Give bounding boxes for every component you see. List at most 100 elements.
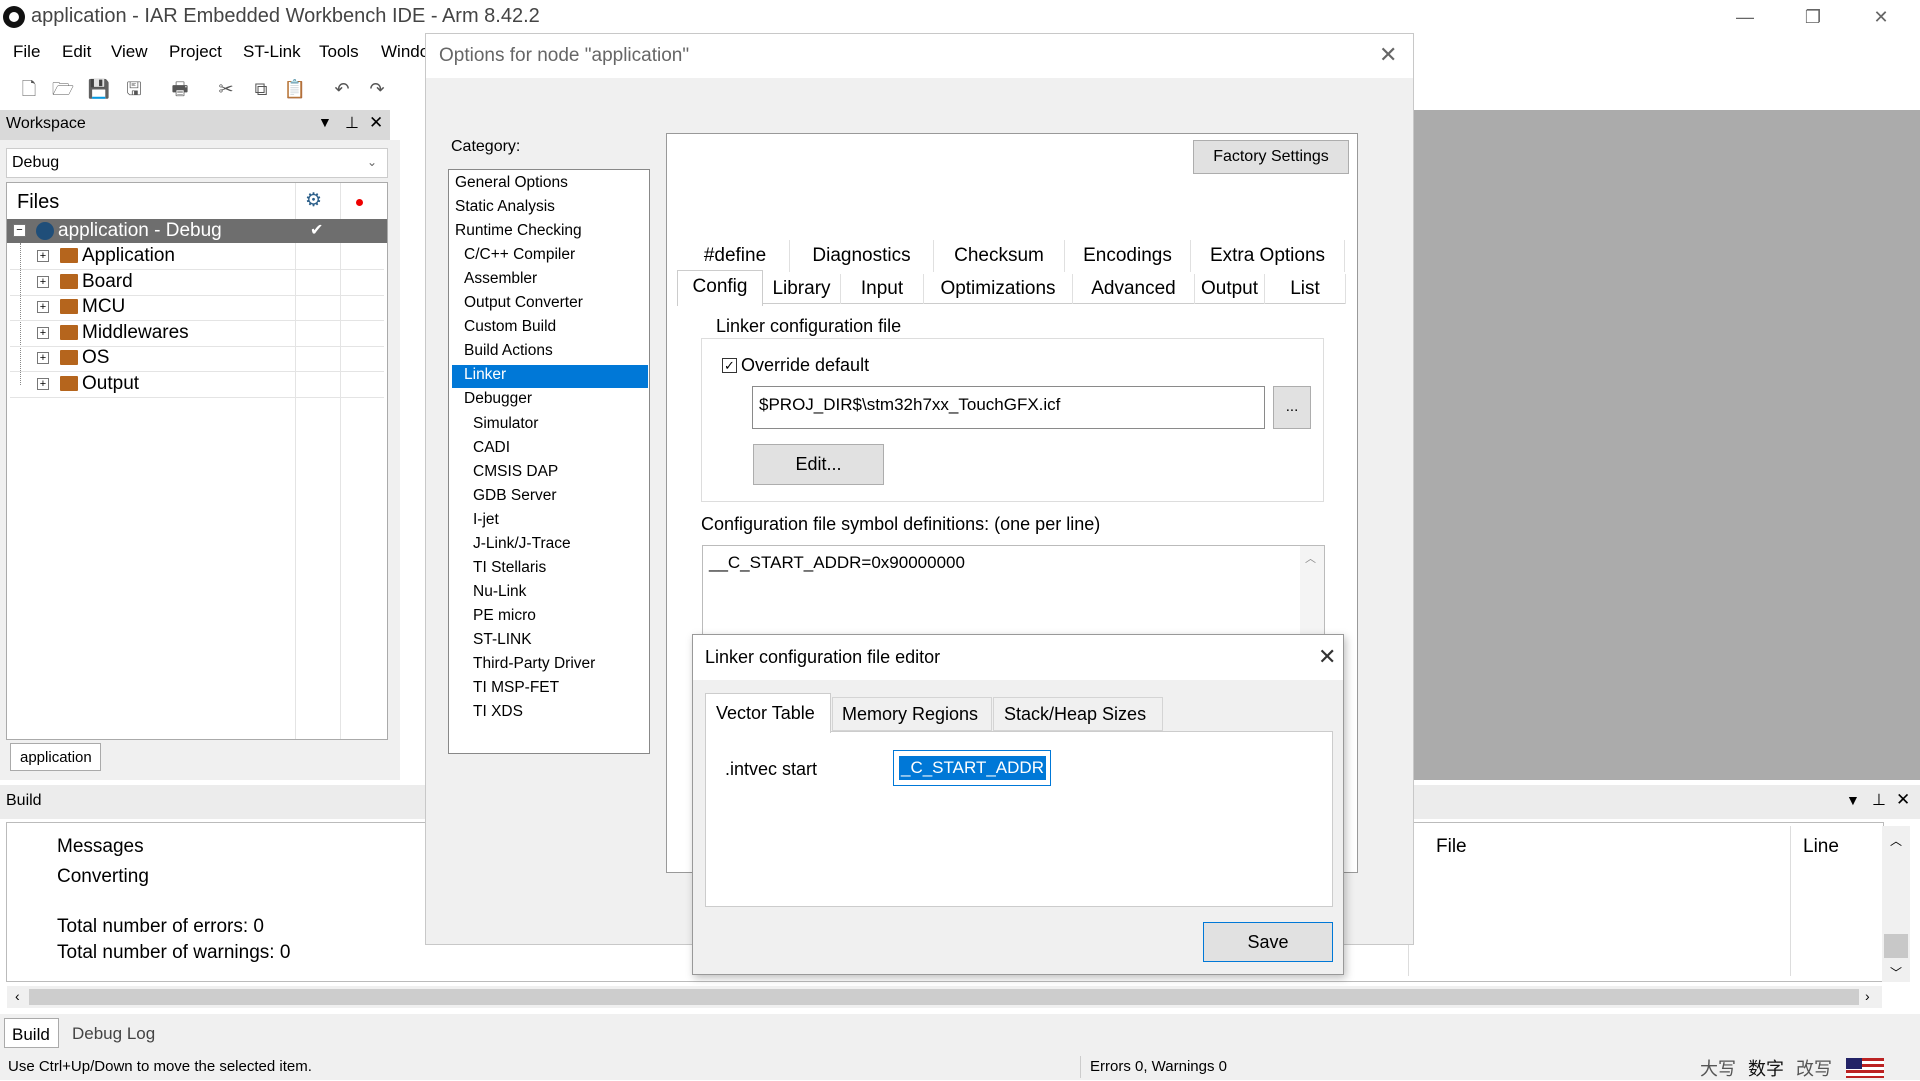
menu-view[interactable]: View (111, 42, 148, 62)
category-item[interactable]: Linker (464, 366, 506, 384)
options-tab-output[interactable]: Output (1195, 274, 1265, 304)
close-window-button[interactable]: ✕ (1846, 0, 1916, 34)
category-item[interactable]: GDB Server (473, 487, 557, 505)
dropdown-icon[interactable]: ▼ (318, 114, 332, 130)
close-pane-icon[interactable]: ✕ (1896, 790, 1910, 810)
tab-memory-regions[interactable]: Memory Regions (832, 697, 992, 731)
category-item[interactable]: Build Actions (464, 342, 553, 360)
build-horizontal-scrollbar[interactable]: ‹ › (7, 986, 1882, 1008)
expand-icon[interactable]: + (37, 275, 49, 288)
tree-folder-label[interactable]: Output (82, 373, 139, 395)
options-tab-advanced[interactable]: Advanced (1073, 274, 1195, 304)
category-item[interactable]: Third-Party Driver (473, 655, 595, 673)
restore-button[interactable]: ❐ (1778, 0, 1848, 34)
edit-button[interactable]: Edit... (753, 444, 884, 485)
collapse-icon[interactable]: − (13, 224, 26, 237)
scroll-up-icon[interactable]: ︿ (1890, 832, 1902, 849)
category-item[interactable]: I-jet (473, 511, 499, 529)
options-tab-library[interactable]: Library (763, 274, 841, 304)
category-item[interactable]: Static Analysis (455, 198, 555, 216)
category-item[interactable]: TI XDS (473, 703, 523, 721)
scroll-right-icon[interactable]: › (1865, 988, 1870, 1004)
options-tab-optimizations[interactable]: Optimizations (924, 274, 1073, 304)
print-icon[interactable]: 🖶 (167, 76, 193, 102)
paste-icon[interactable]: 📋 (282, 76, 308, 102)
category-item[interactable]: Nu-Link (473, 583, 526, 601)
undo-icon[interactable]: ↶ (329, 76, 355, 102)
tab-vector-table[interactable]: Vector Table (705, 693, 831, 733)
options-tab[interactable]: Diagnostics (790, 240, 934, 272)
menu-st-link[interactable]: ST-Link (243, 42, 301, 62)
options-tab[interactable]: Encodings (1065, 240, 1191, 272)
open-file-icon[interactable]: 🗁 (50, 76, 76, 102)
redo-icon[interactable]: ↷ (364, 76, 390, 102)
tree-folder-label[interactable]: MCU (82, 296, 125, 318)
save-icon[interactable]: 💾 (86, 76, 112, 102)
gear-icon[interactable]: ⚙ (305, 189, 322, 212)
category-item[interactable]: CMSIS DAP (473, 463, 558, 481)
menu-file[interactable]: File (13, 42, 40, 62)
dropdown-icon[interactable]: ▼ (1846, 792, 1860, 808)
scroll-left-icon[interactable]: ‹ (15, 988, 20, 1004)
expand-icon[interactable]: + (37, 378, 49, 390)
menu-edit[interactable]: Edit (62, 42, 91, 62)
options-tab-list[interactable]: List (1265, 274, 1346, 304)
textarea-scrollbar[interactable]: ︿ (1300, 546, 1324, 646)
category-item[interactable]: General Options (455, 174, 568, 192)
category-item[interactable]: TI Stellaris (473, 559, 546, 577)
category-item[interactable]: Runtime Checking (455, 222, 582, 240)
category-item[interactable]: CADI (473, 439, 510, 457)
tree-folder-label[interactable]: Application (82, 245, 175, 267)
options-tab-input[interactable]: Input (841, 274, 924, 304)
tree-root-label[interactable]: application - Debug (58, 220, 222, 242)
new-file-icon[interactable]: 🗋 (16, 76, 42, 102)
override-default-checkbox[interactable]: ✓ (722, 358, 737, 373)
options-tab[interactable]: #define (681, 240, 790, 272)
cut-icon[interactable]: ✂ (213, 76, 239, 102)
tab-stack-heap-sizes[interactable]: Stack/Heap Sizes (993, 697, 1163, 731)
menu-project[interactable]: Project (169, 42, 222, 62)
category-item[interactable]: TI MSP-FET (473, 679, 559, 697)
close-dialog-icon[interactable]: ✕ (1379, 42, 1397, 68)
expand-icon[interactable]: + (37, 301, 49, 314)
expand-icon[interactable]: + (37, 250, 49, 262)
factory-settings-button[interactable]: Factory Settings (1193, 140, 1349, 174)
category-item[interactable]: PE micro (473, 607, 536, 625)
scroll-thumb[interactable] (29, 989, 1859, 1005)
copy-icon[interactable]: ⧉ (248, 76, 274, 102)
menu-tools[interactable]: Tools (319, 42, 359, 62)
options-tab[interactable]: Checksum (934, 240, 1065, 272)
category-item[interactable]: Debugger (464, 390, 532, 408)
expand-icon[interactable]: + (37, 326, 49, 339)
scroll-down-icon[interactable]: ﹀ (1890, 964, 1902, 981)
symbol-definitions-textarea[interactable]: __C_START_ADDR=0x90000000 ︿ (702, 545, 1325, 646)
pin-icon[interactable]: ⊥ (345, 113, 359, 133)
category-item[interactable]: Custom Build (464, 318, 556, 336)
close-pane-icon[interactable]: ✕ (369, 113, 383, 133)
scroll-thumb[interactable] (1884, 934, 1908, 958)
save-button[interactable]: Save (1203, 922, 1333, 962)
config-select[interactable]: Debug ⌄ (6, 148, 388, 178)
intvec-start-input[interactable]: _C_START_ADDR (893, 750, 1051, 786)
minimize-button[interactable]: — (1710, 0, 1780, 34)
expand-icon[interactable]: + (37, 352, 49, 365)
workspace-tab[interactable]: application (10, 743, 101, 771)
options-tab-config[interactable]: Config (677, 270, 763, 306)
tab-debug-log[interactable]: Debug Log (72, 1024, 155, 1044)
browse-button[interactable]: ... (1273, 386, 1311, 429)
tree-folder-label[interactable]: Board (82, 271, 133, 293)
options-tab[interactable]: Extra Options (1191, 240, 1345, 272)
build-vertical-scrollbar[interactable]: ︿ ﹀ (1882, 826, 1910, 982)
category-item[interactable]: Simulator (473, 415, 538, 433)
category-item[interactable]: Output Converter (464, 294, 583, 312)
save-all-icon[interactable]: 🖫 (121, 76, 147, 102)
category-item[interactable]: C/C++ Compiler (464, 246, 575, 264)
tree-folder-label[interactable]: Middlewares (82, 322, 189, 344)
close-editor-icon[interactable]: ✕ (1318, 644, 1336, 670)
category-item[interactable]: Assembler (464, 270, 537, 288)
menu-window[interactable]: Windo (381, 42, 429, 62)
tab-build[interactable]: Build (4, 1018, 59, 1048)
category-item[interactable]: ST-LINK (473, 631, 532, 649)
icf-path-input[interactable]: $PROJ_DIR$\stm32h7xx_TouchGFX.icf (752, 386, 1265, 429)
scroll-up-icon[interactable]: ︿ (1305, 550, 1316, 566)
